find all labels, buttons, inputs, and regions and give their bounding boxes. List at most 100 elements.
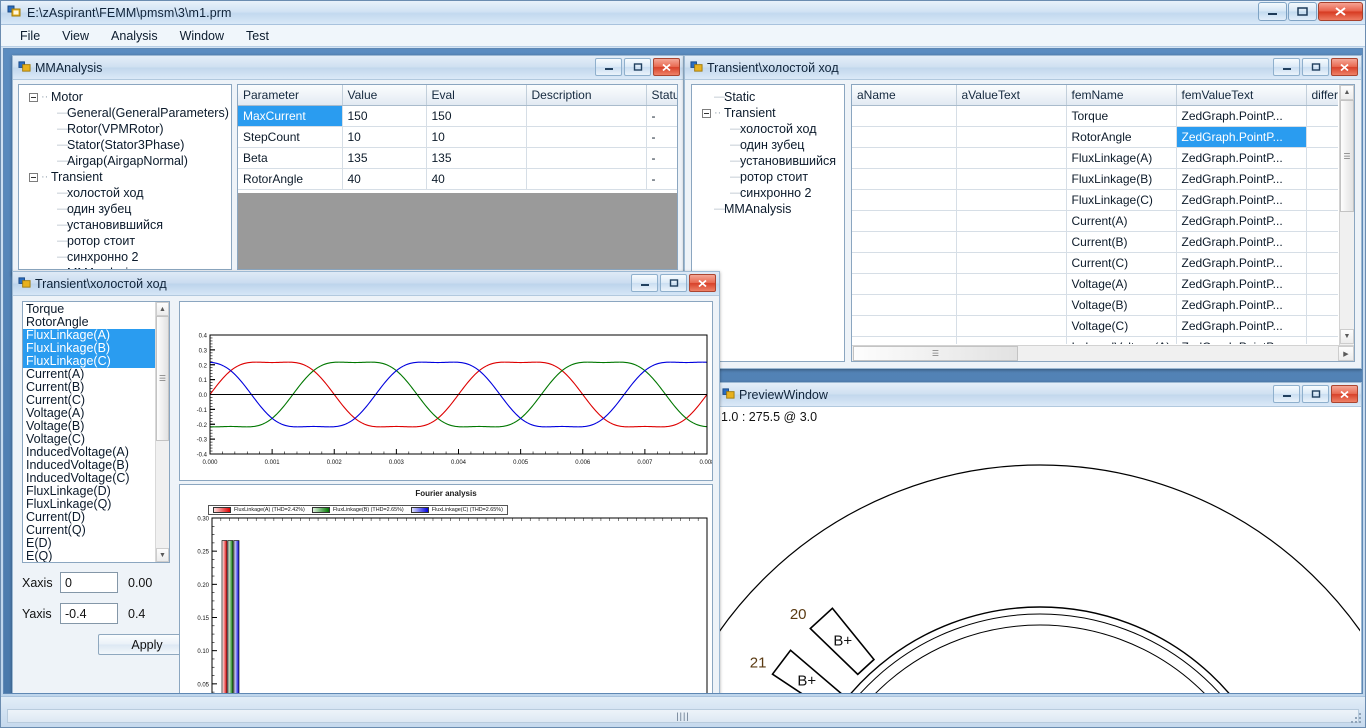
table-row[interactable]: InducedVoltage(A)ZedGraph.PointP... bbox=[852, 336, 1338, 344]
mmanalysis-tree-node[interactable]: — Rotor(VPMRotor) bbox=[21, 121, 229, 137]
cell-femName[interactable]: InducedVoltage(A) bbox=[1066, 336, 1177, 344]
resize-grip[interactable] bbox=[1349, 711, 1363, 725]
cell-aValueText[interactable] bbox=[956, 126, 1067, 148]
transient-tree-node[interactable]: — один зубец bbox=[694, 137, 842, 153]
table-row[interactable]: Voltage(A) ZedGraph.PointP... bbox=[852, 273, 1338, 295]
cell-status[interactable]: - bbox=[646, 105, 677, 127]
cell-eval[interactable]: 40 bbox=[426, 168, 527, 190]
cell-femName[interactable]: FluxLinkage(A) bbox=[1066, 147, 1177, 169]
vertical-scrollbar[interactable]: ▲ ☰ ▼ bbox=[1339, 85, 1354, 361]
maximize-button[interactable] bbox=[624, 58, 651, 76]
cell-parameter[interactable]: Beta bbox=[238, 147, 343, 169]
mmanalysis-tree-node[interactable]: —MMAnalysis bbox=[21, 265, 229, 269]
minimize-button[interactable] bbox=[1273, 58, 1300, 76]
cell-aName[interactable] bbox=[852, 189, 957, 211]
cell-aValueText[interactable] bbox=[956, 231, 1067, 253]
table-row[interactable]: StepCount 10 10- bbox=[238, 126, 677, 148]
cell-parameter[interactable]: MaxCurrent bbox=[238, 105, 343, 127]
column-header[interactable]: aName bbox=[852, 85, 957, 106]
cell-difference[interactable] bbox=[1306, 294, 1338, 316]
tree-collapse-icon[interactable] bbox=[29, 172, 38, 182]
cell-femName[interactable]: Voltage(A) bbox=[1066, 273, 1177, 295]
mmanalysis-tree-node[interactable]: — Stator(Stator3Phase) bbox=[21, 137, 229, 153]
mmanalysis-tree-node[interactable]: — ротор стоит bbox=[21, 233, 229, 249]
cell-femValueText[interactable]: ZedGraph.PointP... bbox=[1176, 126, 1307, 148]
cell-difference[interactable] bbox=[1306, 315, 1338, 337]
menu-item-test[interactable]: Test bbox=[235, 27, 280, 45]
transient-tree-node[interactable]: ·· Transient bbox=[694, 105, 842, 121]
cell-femName[interactable]: Voltage(B) bbox=[1066, 294, 1177, 316]
cell-difference[interactable] bbox=[1306, 126, 1338, 148]
status-bar-scroll[interactable]: |||| bbox=[7, 709, 1359, 723]
maximize-button[interactable] bbox=[1302, 58, 1329, 76]
scroll-down-arrow[interactable]: ▼ bbox=[156, 548, 169, 562]
minimize-button[interactable] bbox=[1258, 2, 1287, 21]
cell-aValueText[interactable] bbox=[956, 273, 1067, 295]
cell-status[interactable]: - bbox=[646, 126, 677, 148]
table-row[interactable]: MaxCurrent 150 150- bbox=[238, 105, 677, 127]
cell-value[interactable]: 40 bbox=[342, 168, 427, 190]
close-button[interactable] bbox=[1331, 385, 1358, 403]
scroll-down-arrow[interactable]: ▼ bbox=[1340, 329, 1354, 344]
cell-difference[interactable] bbox=[1306, 231, 1338, 253]
cell-aName[interactable] bbox=[852, 231, 957, 253]
cell-parameter[interactable]: StepCount bbox=[238, 126, 343, 148]
mmanalysis-parameter-grid[interactable]: ParameterValueEvalDescriptionStatus MaxCu… bbox=[237, 84, 678, 270]
cell-femValueText[interactable]: ZedGraph.PointP... bbox=[1176, 252, 1307, 274]
cell-aValueText[interactable] bbox=[956, 168, 1067, 190]
transient-tree-node[interactable]: — холостой ход bbox=[694, 121, 842, 137]
menu-item-file[interactable]: File bbox=[9, 27, 51, 45]
cell-difference[interactable] bbox=[1306, 252, 1338, 274]
cell-aName[interactable] bbox=[852, 147, 957, 169]
cell-status[interactable]: - bbox=[646, 168, 677, 190]
cell-femValueText[interactable]: ZedGraph.PointP... bbox=[1176, 294, 1307, 316]
cell-difference[interactable] bbox=[1306, 336, 1338, 344]
table-row[interactable]: FluxLinkage(A) ZedGraph.PointP... bbox=[852, 147, 1338, 169]
table-row[interactable]: Voltage(B) ZedGraph.PointP... bbox=[852, 294, 1338, 316]
cell-eval[interactable]: 135 bbox=[426, 147, 527, 169]
mmanalysis-tree-node[interactable]: — холостой ход bbox=[21, 185, 229, 201]
cell-femName[interactable]: Voltage(C) bbox=[1066, 315, 1177, 337]
horizontal-scrollbar[interactable]: ☰ ▶ bbox=[852, 345, 1354, 361]
motor-cross-section-canvas[interactable]: A+24A+25B-26B-27C+28C+29A-30A-31B+32B+33… bbox=[718, 427, 1360, 693]
cell-femValueText[interactable]: ZedGraph.PointP... bbox=[1176, 168, 1307, 190]
cell-aValueText[interactable] bbox=[956, 147, 1067, 169]
table-row[interactable]: FluxLinkage(C) ZedGraph.PointP... bbox=[852, 189, 1338, 211]
transient-fem-grid[interactable]: aName aValueText femName femValueText differ… bbox=[851, 84, 1355, 362]
cell-value[interactable]: 150 bbox=[342, 105, 427, 127]
series-listbox[interactable]: Torque RotorAngle FluxLinkage(A) FluxLinkag… bbox=[22, 301, 170, 563]
cell-aName[interactable] bbox=[852, 210, 957, 232]
column-header[interactable]: aValueText bbox=[956, 85, 1067, 106]
cell-aValueText[interactable] bbox=[956, 252, 1067, 274]
table-row[interactable]: FluxLinkage(B) ZedGraph.PointP... bbox=[852, 168, 1338, 190]
cell-description[interactable] bbox=[526, 126, 647, 148]
cell-aValueText[interactable] bbox=[956, 105, 1067, 127]
cell-femName[interactable]: Current(A) bbox=[1066, 210, 1177, 232]
menu-item-window[interactable]: Window bbox=[169, 27, 235, 45]
cell-status[interactable]: - bbox=[646, 147, 677, 169]
scroll-up-arrow[interactable]: ▲ bbox=[156, 302, 169, 316]
column-header[interactable]: Value bbox=[342, 85, 427, 106]
mmanalysis-tree-node[interactable]: — Airgap(AirgapNormal) bbox=[21, 153, 229, 169]
xaxis-min-input[interactable]: 0 bbox=[60, 572, 118, 593]
mmanalysis-tree-node[interactable]: ·· Motor bbox=[21, 89, 229, 105]
cell-femValueText[interactable]: ZedGraph.PointP... bbox=[1176, 189, 1307, 211]
menu-item-view[interactable]: View bbox=[51, 27, 100, 45]
maximize-button[interactable] bbox=[1288, 2, 1317, 21]
cell-aValueText[interactable] bbox=[956, 315, 1067, 337]
cell-description[interactable] bbox=[526, 105, 647, 127]
mmanalysis-tree-node[interactable]: — установившийся bbox=[21, 217, 229, 233]
yaxis-max-value[interactable]: 0.4 bbox=[128, 607, 145, 621]
cell-parameter[interactable]: RotorAngle bbox=[238, 168, 343, 190]
mmanalysis-tree-node[interactable]: — General(GeneralParameters) bbox=[21, 105, 229, 121]
column-header[interactable]: Parameter bbox=[238, 85, 343, 106]
scrollbar-thumb[interactable]: ☰ bbox=[1340, 100, 1354, 212]
cell-femName[interactable]: FluxLinkage(C) bbox=[1066, 189, 1177, 211]
cell-femValueText[interactable]: ZedGraph.PointP... bbox=[1176, 231, 1307, 253]
scrollbar-thumb[interactable]: ☰ bbox=[853, 346, 1018, 361]
transient-tree-node[interactable]: — MMAnalysis bbox=[694, 201, 842, 217]
table-row[interactable]: RotorAngle 40 40- bbox=[238, 168, 677, 190]
table-row[interactable]: RotorAngle ZedGraph.PointP... bbox=[852, 126, 1338, 148]
cell-eval[interactable]: 150 bbox=[426, 105, 527, 127]
cell-difference[interactable] bbox=[1306, 189, 1338, 211]
